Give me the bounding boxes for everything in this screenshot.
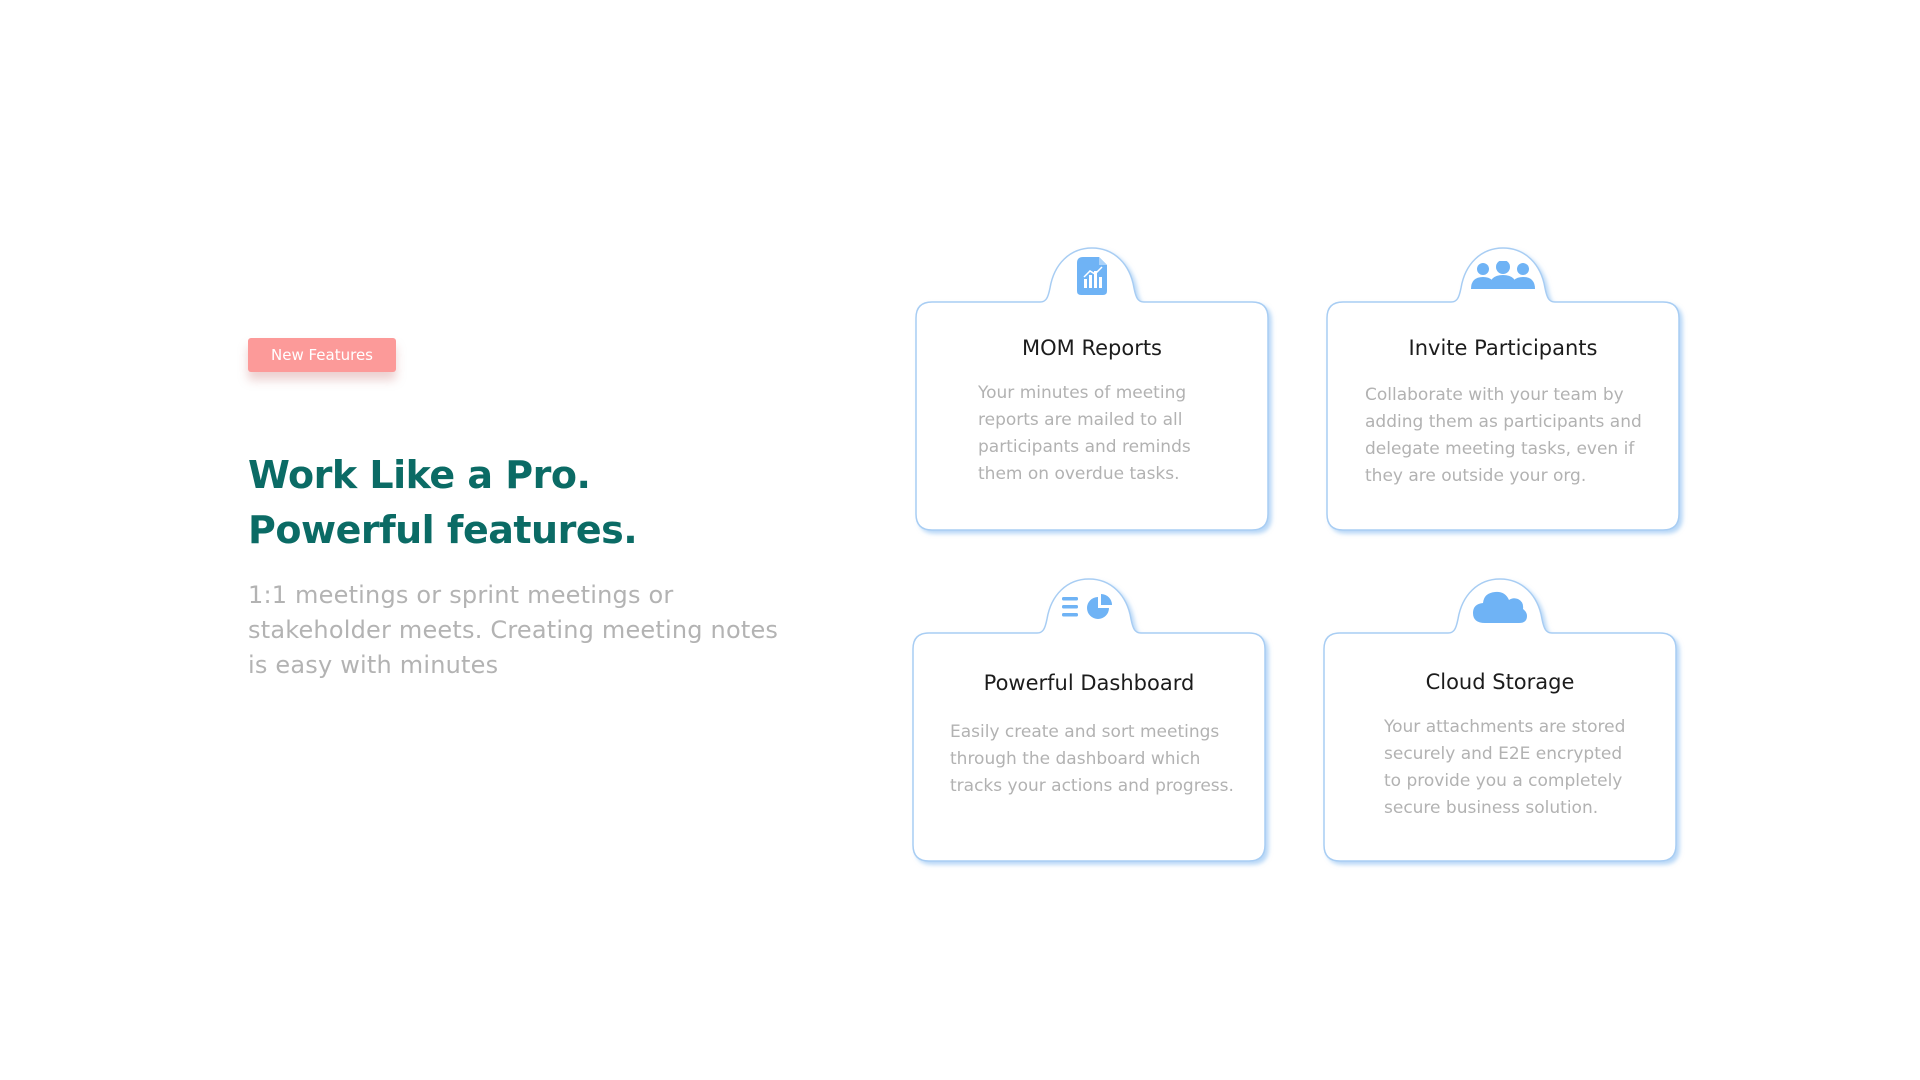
feature-title: Powerful Dashboard <box>983 671 1195 695</box>
hero-title-line-2: Powerful features. <box>248 508 638 552</box>
new-features-badge[interactable]: New Features <box>248 338 396 372</box>
dashboard-pie-icon <box>1061 587 1117 627</box>
feature-description: Collaborate with your team by adding the… <box>1365 385 1642 486</box>
feature-title: Invite Participants <box>1408 336 1598 360</box>
feature-description: Easily create and sort meetings through … <box>950 722 1234 796</box>
feature-title: MOM Reports <box>1022 336 1162 360</box>
hero-title-line-1: Work Like a Pro. <box>248 453 591 497</box>
feature-description: Your minutes of meeting reports are mail… <box>978 383 1191 484</box>
feature-card-mom-reports[interactable]: MOM Reports Your minutes of meeting repo… <box>914 247 1270 532</box>
feature-card-cloud-storage[interactable]: Cloud Storage Your attachments are store… <box>1322 578 1678 863</box>
feature-card-invite-participants[interactable]: Invite Participants Collaborate with you… <box>1325 247 1681 532</box>
feature-description: Your attachments are stored securely and… <box>1384 717 1626 818</box>
users-group-icon <box>1470 256 1536 296</box>
feature-title: Cloud Storage <box>1425 670 1575 694</box>
feature-card-powerful-dashboard[interactable]: Powerful Dashboard Easily create and sor… <box>911 578 1267 863</box>
hero-description: 1:1 meetings or sprint meetings or stake… <box>248 581 779 679</box>
report-document-icon <box>1068 256 1116 296</box>
cloud-icon <box>1472 587 1528 627</box>
hero-title: Work Like a Pro. Powerful features. <box>248 448 808 558</box>
